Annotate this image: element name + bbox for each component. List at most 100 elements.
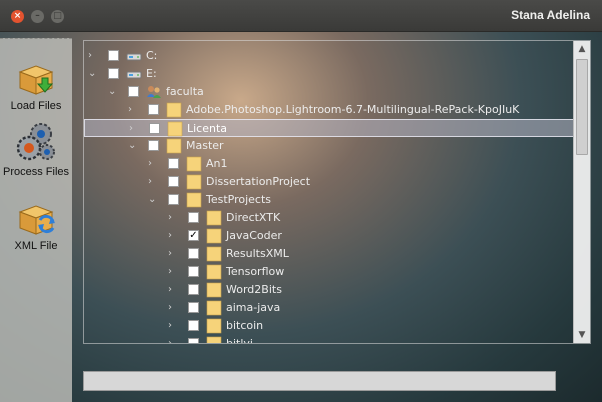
tree-row[interactable]: › ResultsXML — [84, 245, 574, 263]
folder-tree[interactable]: › C: ⌄ E: ⌄ faculta › Adobe.Photoshop.Lightroom… — [83, 40, 591, 344]
expand-arrow-icon[interactable]: › — [168, 248, 178, 260]
expand-arrow-icon[interactable]: › — [168, 320, 178, 332]
tree-row[interactable]: ⌄ E: — [84, 65, 574, 83]
tree-checkbox[interactable] — [148, 104, 159, 115]
load-files-label: Load Files — [10, 100, 62, 112]
collapse-arrow-icon[interactable]: ⌄ — [128, 140, 138, 152]
tree-checkbox[interactable] — [188, 212, 199, 223]
tree-checkbox[interactable] — [108, 68, 119, 79]
expand-arrow-icon[interactable]: › — [168, 230, 178, 242]
collapse-arrow-icon[interactable]: ⌄ — [88, 68, 98, 80]
progress-bar — [83, 371, 556, 391]
tree-row[interactable]: › bitcoin — [84, 317, 574, 335]
tree-row-label: DissertationProject — [206, 175, 311, 188]
folder-icon — [167, 121, 183, 137]
tree-row-label: TestProjects — [206, 193, 272, 206]
tree-row-label: bitcoin — [226, 319, 264, 332]
folder-icon — [206, 210, 222, 226]
vertical-scrollbar[interactable]: ▲ ▼ — [573, 41, 590, 343]
tree-row-label: Word2Bits — [226, 283, 282, 296]
collapse-arrow-icon[interactable]: ⌄ — [108, 86, 118, 98]
tree-checkbox[interactable] — [128, 86, 139, 97]
box-download-icon — [18, 65, 54, 95]
tree-checkbox[interactable] — [149, 123, 160, 134]
tree-checkbox[interactable]: ✓ — [188, 230, 199, 241]
maximize-button[interactable]: □ — [51, 10, 64, 23]
tree-row[interactable]: › ✓ JavaCoder — [84, 227, 574, 245]
tree-row-label: Licenta — [187, 122, 228, 135]
tree-checkbox[interactable] — [188, 338, 199, 343]
xml-file-button[interactable]: XML File — [0, 198, 72, 252]
tree-checkbox[interactable] — [188, 302, 199, 313]
tree-row[interactable]: › Licenta — [84, 119, 574, 137]
folder-icon — [206, 318, 222, 334]
tree-row-label: An1 — [206, 157, 228, 170]
folder-icon — [166, 138, 182, 154]
process-files-label: Process Files — [2, 166, 70, 178]
expand-arrow-icon[interactable]: › — [88, 50, 98, 62]
xml-file-label: XML File — [14, 240, 58, 252]
tree-checkbox[interactable] — [108, 50, 119, 61]
tree-row-label: Tensorflow — [226, 265, 285, 278]
process-files-button[interactable]: Process Files — [0, 120, 72, 178]
drive-icon — [126, 66, 142, 82]
folder-icon — [206, 282, 222, 298]
tree-checkbox[interactable] — [188, 248, 199, 259]
tree-checkbox[interactable] — [168, 158, 179, 169]
tree-row[interactable]: › C: — [84, 47, 574, 65]
scroll-up-button[interactable]: ▲ — [574, 41, 590, 57]
folder-icon — [206, 246, 222, 262]
title-bar: × – □ Stana Adelina — [0, 0, 602, 32]
gears-icon — [16, 123, 55, 161]
tree-row[interactable]: › Word2Bits — [84, 281, 574, 299]
tree-row-label: Master — [186, 139, 224, 152]
tree-row[interactable]: › bitlyi — [84, 335, 574, 344]
tree-row-label: E: — [146, 67, 157, 80]
tree-row-label: bitlyi — [226, 337, 253, 344]
expand-arrow-icon[interactable]: › — [168, 284, 178, 296]
collapse-arrow-icon[interactable]: ⌄ — [148, 194, 158, 206]
tree-row[interactable]: › Tensorflow — [84, 263, 574, 281]
tree-row-label: C: — [146, 49, 158, 62]
expand-arrow-icon[interactable]: › — [168, 266, 178, 278]
expand-arrow-icon[interactable]: › — [128, 104, 138, 116]
tree-checkbox[interactable] — [188, 266, 199, 277]
window-title: Stana Adelina — [511, 8, 590, 22]
tree-checkbox[interactable] — [188, 284, 199, 295]
tree-row-label: aima-java — [226, 301, 281, 314]
tree-row[interactable]: ⌄ TestProjects — [84, 191, 574, 209]
expand-arrow-icon[interactable]: › — [148, 158, 158, 170]
scroll-down-button[interactable]: ▼ — [574, 327, 590, 343]
folder-icon — [186, 156, 202, 172]
tree-row[interactable]: › DissertationProject — [84, 173, 574, 191]
load-files-button[interactable]: Load Files — [0, 58, 72, 112]
scroll-thumb[interactable] — [576, 59, 588, 155]
tree-checkbox[interactable] — [168, 194, 179, 205]
tree-checkbox[interactable] — [188, 320, 199, 331]
expand-arrow-icon[interactable]: › — [168, 212, 178, 224]
tree-row[interactable]: ⌄ Master — [84, 137, 574, 155]
tree-checkbox[interactable] — [168, 176, 179, 187]
folder-icon — [186, 192, 202, 208]
tree-checkbox[interactable] — [148, 140, 159, 151]
tree-row-label: Adobe.Photoshop.Lightroom-6.7-Multilingu… — [186, 103, 520, 116]
tree-row[interactable]: ⌄ faculta — [84, 83, 574, 101]
tree-row[interactable]: › Adobe.Photoshop.Lightroom-6.7-Multiling… — [84, 101, 574, 119]
tree-row[interactable]: › An1 — [84, 155, 574, 173]
main-window: × – □ Stana Adelina Load Files Process F… — [0, 0, 602, 402]
tree-row-label: DirectXTK — [226, 211, 281, 224]
tree-row[interactable]: › aima-java — [84, 299, 574, 317]
minimize-button[interactable]: – — [31, 10, 44, 23]
tool-sidebar: Load Files Process Files XML File — [0, 38, 72, 402]
folder-icon — [206, 336, 222, 343]
folder-icon — [206, 300, 222, 316]
folder-icon — [166, 102, 182, 118]
expand-arrow-icon[interactable]: › — [168, 302, 178, 314]
box-refresh-icon — [18, 205, 55, 235]
user-folder-icon — [146, 84, 162, 100]
expand-arrow-icon[interactable]: › — [168, 338, 178, 343]
close-button[interactable]: × — [11, 10, 24, 23]
expand-arrow-icon[interactable]: › — [129, 123, 139, 135]
tree-row[interactable]: › DirectXTK — [84, 209, 574, 227]
expand-arrow-icon[interactable]: › — [148, 176, 158, 188]
